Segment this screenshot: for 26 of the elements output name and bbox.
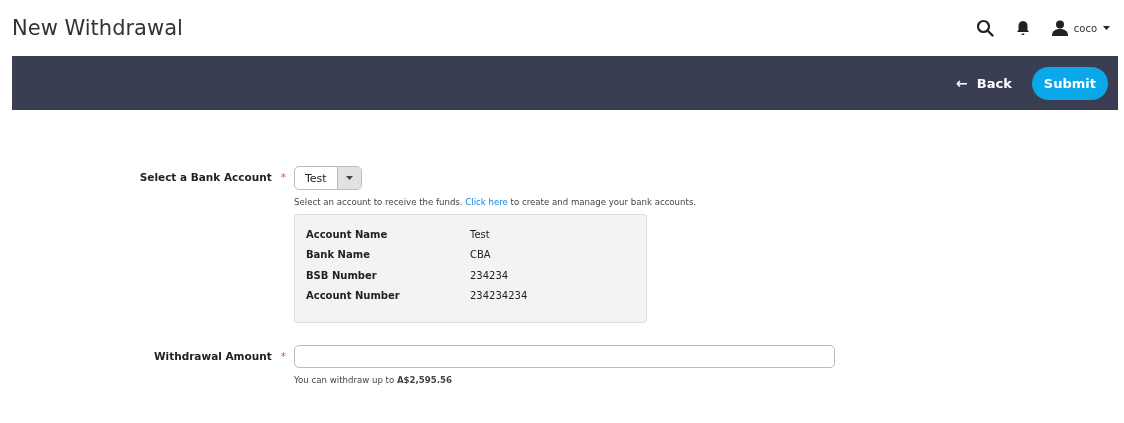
detail-label: Bank Name [306,249,371,261]
click-here-link[interactable]: Click here [465,197,508,207]
caret-icon [346,176,353,180]
detail-label: BSB Number [306,269,378,281]
bell-icon[interactable] [1015,20,1030,36]
bank-account-select[interactable]: Test [294,166,362,190]
user-menu[interactable]: coco [1051,20,1110,36]
detail-label: Account Name [306,228,389,240]
user-icon [1051,20,1068,36]
field-label: Withdrawal Amount [154,350,272,362]
field-label: Select a Bank Account [139,171,272,183]
arrow-icon: ← [956,75,968,91]
required-mark: * [280,350,286,362]
caret-icon [1103,26,1110,30]
amount-input-field[interactable] [294,345,835,368]
detail-value: 234234234 [470,290,528,302]
required-mark: * [280,171,286,183]
detail-label: Account Number [306,290,401,302]
help-text: Select an account to receive the funds. Click here to create and manage your bank accounts. [294,197,697,207]
detail-value: Test [470,228,490,240]
detail-value: 234234 [470,269,509,281]
search-icon[interactable] [975,19,994,37]
page-title: New Withdrawal [12,16,183,40]
detail-value: CBA [470,249,491,261]
help-text: You can withdraw up to A$2,595.56 [294,375,453,385]
back-button[interactable]: ← Back [956,75,1012,91]
